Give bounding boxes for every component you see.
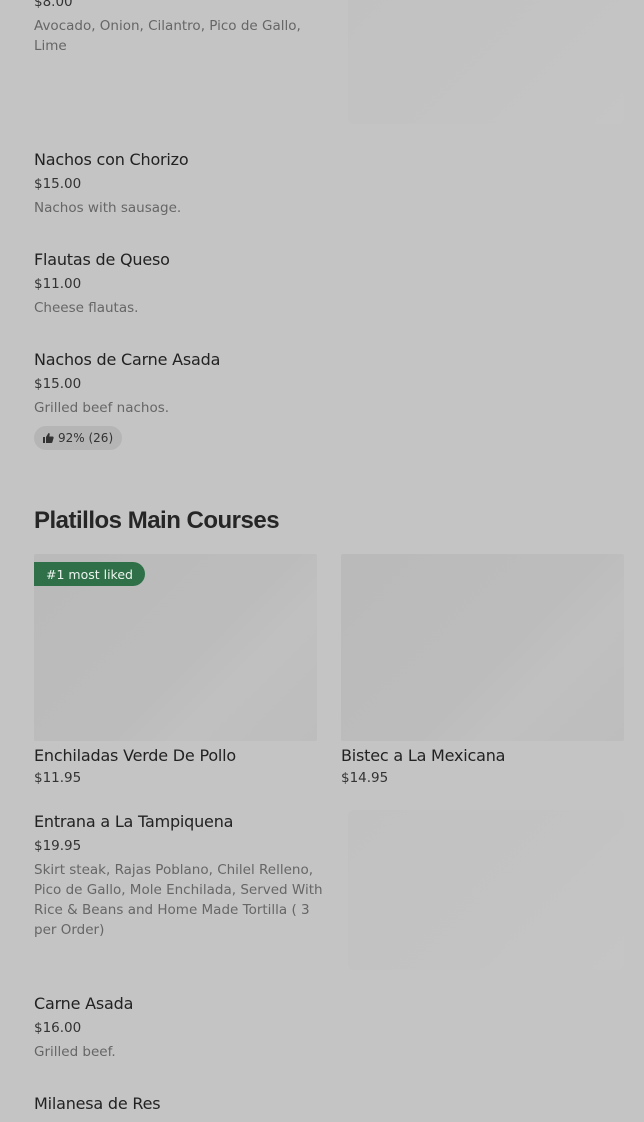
item-name: Milanesa de Res <box>34 1094 161 1113</box>
item-description: Grilled beef nachos. <box>34 400 170 416</box>
item-price: $15.00 <box>34 376 82 392</box>
item-name: Nachos con Chorizo <box>34 150 189 169</box>
item-description: Grilled beef. <box>34 1044 116 1060</box>
item-name: Flautas de Queso <box>34 250 170 269</box>
item-price: $8.00 <box>34 0 73 10</box>
item-description: Avocado, Onion, Cilantro, Pico de Gallo,… <box>34 18 301 54</box>
item-price: $11.95 <box>34 770 82 786</box>
item-name: Nachos de Carne Asada <box>34 350 221 369</box>
rating-text: 92% (26) <box>58 431 114 445</box>
section-title: Platillos Main Courses <box>34 507 280 534</box>
rating-badge: 92% (26) <box>34 426 123 450</box>
item-description: Skirt steak, Rajas Poblano, Chilel Relle… <box>34 862 323 938</box>
item-image <box>348 0 624 124</box>
item-name: Entrana a La Tampiquena <box>34 812 234 831</box>
item-name: Enchiladas Verde De Pollo <box>34 746 236 765</box>
item-name: Carne Asada <box>34 994 134 1013</box>
item-price: $11.00 <box>34 276 82 292</box>
thumbs-up-icon <box>43 433 54 443</box>
item-image <box>348 810 624 970</box>
item-price: $15.00 <box>34 176 82 192</box>
item-price: $14.95 <box>341 770 389 786</box>
item-description: Cheese flautas. <box>34 300 139 316</box>
item-price: $16.00 <box>34 1020 82 1036</box>
item-description: Nachos with sausage. <box>34 200 182 216</box>
item-price: $19.95 <box>34 838 82 854</box>
item-image <box>341 554 624 741</box>
item-name: Bistec a La Mexicana <box>341 746 506 765</box>
most-liked-badge: #1 most liked <box>34 562 145 586</box>
